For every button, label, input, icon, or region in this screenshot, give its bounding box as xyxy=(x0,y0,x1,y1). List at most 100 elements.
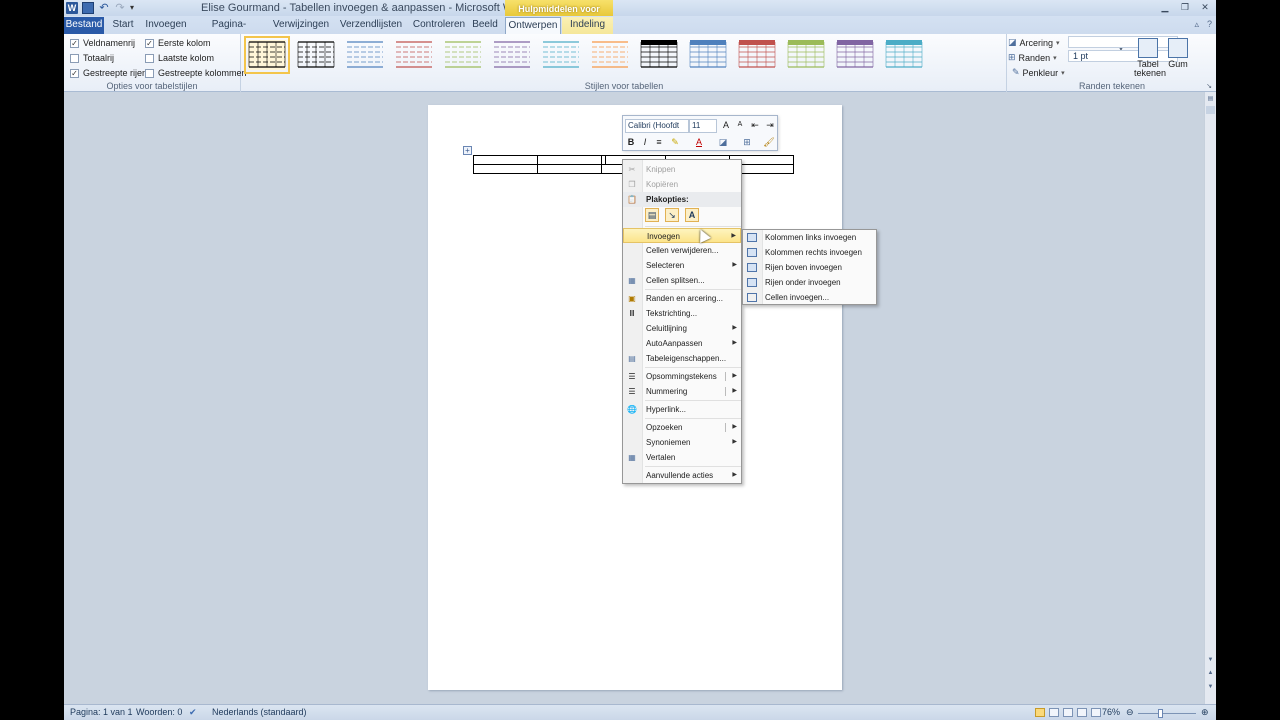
table-cell[interactable] xyxy=(473,155,538,165)
page-count[interactable]: Pagina: 1 van 1 xyxy=(70,707,133,717)
tab-verwijzingen[interactable]: Verwijzingen xyxy=(270,17,332,34)
menu-item-nummering[interactable]: ☰ Nummering ▶ xyxy=(623,384,741,399)
decrease-indent-icon[interactable]: ⇤ xyxy=(749,119,761,131)
table-cell[interactable] xyxy=(537,155,602,165)
word-count[interactable]: Woorden: 0 xyxy=(136,707,182,717)
tab-indeling[interactable]: Indeling xyxy=(562,17,613,34)
checkbox-totaalrij[interactable]: Totaalrij xyxy=(70,53,114,63)
table-cell[interactable] xyxy=(537,164,602,174)
web-layout-icon[interactable] xyxy=(1063,708,1073,717)
menu-item-vertalen[interactable]: ▦ Vertalen xyxy=(623,450,741,465)
table-style-swatch[interactable] xyxy=(444,40,482,70)
table-style-swatch[interactable] xyxy=(836,40,874,70)
redo-icon[interactable]: ↷ xyxy=(114,2,126,14)
shrink-font-icon[interactable]: A xyxy=(734,119,746,131)
zoom-level[interactable]: 76% xyxy=(1102,707,1120,717)
table-style-swatch[interactable] xyxy=(542,40,580,70)
tab-verzendlijsten[interactable]: Verzendlijsten xyxy=(338,17,404,34)
menu-item-tekstrichting[interactable]: Ⅲ Tekstrichting... xyxy=(623,306,741,321)
paste-keep-source-icon[interactable]: ▤ xyxy=(645,208,659,222)
zoom-in-icon[interactable]: ⊕ xyxy=(1201,707,1209,718)
tab-beeld[interactable]: Beeld xyxy=(470,17,500,34)
submenu-item-rijen-onder[interactable]: Rijen onder invoegen xyxy=(743,275,876,290)
table-style-swatch[interactable] xyxy=(885,40,923,70)
print-layout-icon[interactable] xyxy=(1035,708,1045,717)
table-style-swatch[interactable] xyxy=(591,40,629,70)
font-name-select[interactable]: Calibri (Hoofdt xyxy=(625,119,689,133)
menu-item-cellen-splitsen[interactable]: ▦ Cellen splitsen... xyxy=(623,273,741,288)
submenu-item-kolommen-rechts[interactable]: Kolommen rechts invoegen xyxy=(743,245,876,260)
language-indicator[interactable]: Nederlands (standaard) xyxy=(212,707,307,717)
tab-ontwerpen[interactable]: Ontwerpen xyxy=(505,17,561,34)
checkbox-veldnamenrij[interactable]: ✓ Veldnamenrij xyxy=(70,38,135,48)
dialog-launcher-icon[interactable]: ↘ xyxy=(1206,82,1212,90)
menu-item-autoaanpassen[interactable]: AutoAanpassen ▶ xyxy=(623,336,741,351)
font-size-select[interactable]: 11 xyxy=(689,119,717,133)
grow-font-icon[interactable]: A xyxy=(720,119,732,131)
increase-indent-icon[interactable]: ⇥ xyxy=(764,119,776,131)
proofing-icon[interactable]: ✔ xyxy=(189,707,197,718)
borders-icon[interactable]: ⊞ xyxy=(741,136,753,148)
table-style-swatch[interactable] xyxy=(493,40,531,70)
submenu-item-rijen-boven[interactable]: Rijen boven invoegen xyxy=(743,260,876,275)
submenu-item-kolommen-links[interactable]: Kolommen links invoegen xyxy=(743,230,876,245)
table-cell[interactable] xyxy=(473,164,538,174)
minimize-ribbon-icon[interactable]: ▵ xyxy=(1194,19,1199,30)
borders-button[interactable]: ⊞ Randen ▾ xyxy=(1008,52,1057,63)
table-style-swatch[interactable] xyxy=(787,40,825,70)
tab-pagina-indeling[interactable]: Pagina-indeling xyxy=(196,17,262,46)
menu-item-randen-en-arcering[interactable]: ▣ Randen en arcering... xyxy=(623,291,741,306)
minimize-icon[interactable]: ▁ xyxy=(1156,1,1174,13)
menu-item-celuitlijning[interactable]: Celuitlijning ▶ xyxy=(623,321,741,336)
menu-item-opsommingstekens[interactable]: ☰ Opsommingstekens ▶ xyxy=(623,369,741,384)
scroll-thumb[interactable] xyxy=(1206,106,1215,114)
bold-icon[interactable]: B xyxy=(625,136,637,148)
undo-icon[interactable]: ↶ xyxy=(98,2,110,14)
full-screen-reading-icon[interactable] xyxy=(1049,708,1059,717)
table-style-swatch[interactable] xyxy=(346,40,384,70)
tab-controleren[interactable]: Controleren xyxy=(408,17,470,34)
menu-item-kopieren[interactable]: ❐ Kopiëren xyxy=(623,177,741,192)
table-style-swatch[interactable] xyxy=(395,40,433,70)
italic-icon[interactable]: I xyxy=(639,136,651,148)
table-style-swatch[interactable] xyxy=(738,40,776,70)
table-style-swatch[interactable] xyxy=(244,36,290,74)
ruler-toggle-icon[interactable]: ▤ xyxy=(1206,95,1215,102)
zoom-slider[interactable] xyxy=(1138,713,1196,714)
customize-qat-icon[interactable]: ▾ xyxy=(130,2,142,14)
pen-color-button[interactable]: ✎ Penkleur ▾ xyxy=(1012,67,1065,78)
tab-invoegen[interactable]: Invoegen xyxy=(144,17,188,34)
table-style-swatch[interactable] xyxy=(297,40,335,70)
menu-item-synoniemen[interactable]: Synoniemen ▶ xyxy=(623,435,741,450)
checkbox-gestreepte-rijen[interactable]: ✓ Gestreepte rijen xyxy=(70,68,147,78)
zoom-out-icon[interactable]: ⊖ xyxy=(1126,707,1134,718)
menu-item-aanvullende-acties[interactable]: Aanvullende acties ▶ xyxy=(623,468,741,483)
shading-button[interactable]: ◪ Arcering ▾ xyxy=(1008,37,1060,48)
checkbox-laatste-kolom[interactable]: Laatste kolom xyxy=(145,53,214,63)
draft-view-icon[interactable] xyxy=(1091,708,1101,717)
tab-bestand[interactable]: Bestand xyxy=(64,17,104,34)
menu-item-knippen[interactable]: ✂ Knippen xyxy=(623,162,741,177)
vertical-scrollbar[interactable]: ▤ ▼ ▲ ▼ xyxy=(1204,92,1216,704)
menu-item-selecteren[interactable]: Selecteren ▶ xyxy=(623,258,741,273)
restore-icon[interactable]: ❐ xyxy=(1176,1,1194,13)
word-app-icon[interactable]: W xyxy=(66,2,78,14)
table-move-handle-icon[interactable]: + xyxy=(463,146,472,155)
submenu-item-cellen-invoegen[interactable]: Cellen invoegen... xyxy=(743,290,876,305)
highlight-icon[interactable]: ✎ xyxy=(669,136,681,148)
checkbox-gestreepte-kolommen[interactable]: Gestreepte kolommen xyxy=(145,68,247,78)
zoom-slider-thumb[interactable] xyxy=(1158,709,1163,718)
menu-item-cellen-verwijderen[interactable]: Cellen verwijderen... xyxy=(623,243,741,258)
format-painter-icon[interactable]: 🖌 xyxy=(763,136,775,148)
menu-item-hyperlink[interactable]: 🌐 Hyperlink... xyxy=(623,402,741,417)
help-icon[interactable]: ? xyxy=(1207,19,1212,30)
shading-icon[interactable]: ◪ xyxy=(717,136,729,148)
prev-page-icon[interactable]: ▲ xyxy=(1206,670,1215,676)
menu-item-invoegen[interactable]: Invoegen ▶ xyxy=(623,228,741,243)
font-color-icon[interactable]: A xyxy=(693,136,705,148)
checkbox-eerste-kolom[interactable]: ✓ Eerste kolom xyxy=(145,38,211,48)
scroll-down-icon[interactable]: ▼ xyxy=(1206,657,1215,663)
menu-item-opzoeken[interactable]: Opzoeken ▶ xyxy=(623,420,741,435)
close-icon[interactable]: ✕ xyxy=(1196,1,1214,13)
tab-start[interactable]: Start xyxy=(108,17,138,34)
